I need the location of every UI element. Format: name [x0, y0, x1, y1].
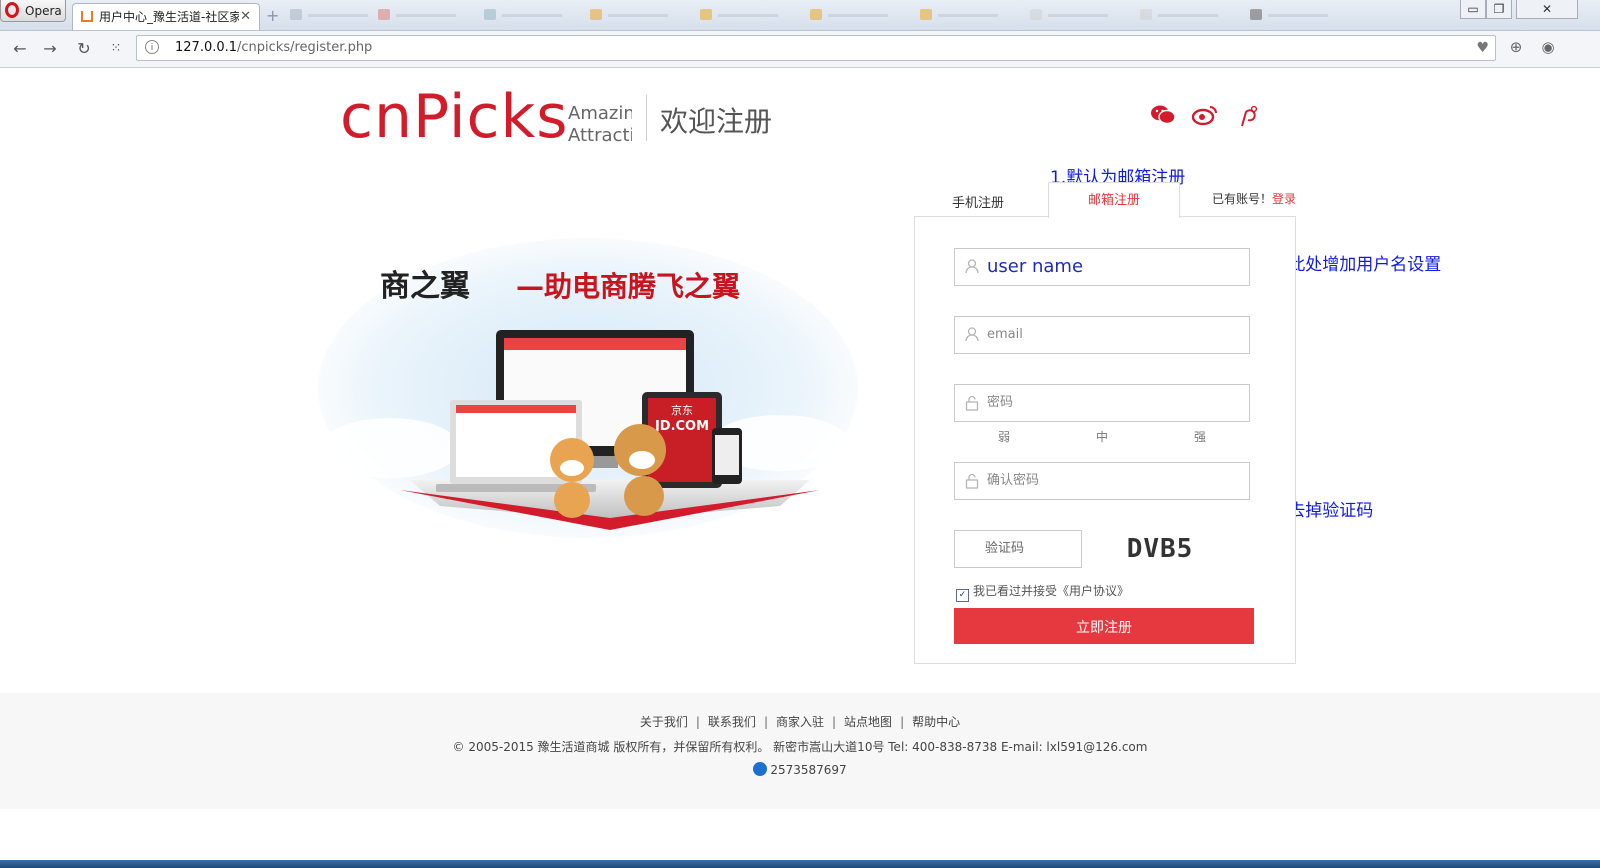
tab-favicon-icon — [590, 9, 602, 20]
tab-title: 用户中心_豫生活道-社区家 — [99, 10, 239, 24]
forward-icon[interactable]: → — [40, 39, 60, 58]
speed-dial-icon[interactable]: ⁙ — [106, 41, 126, 56]
background-tab[interactable] — [1140, 6, 1236, 24]
restore-icon[interactable]: ❐ — [1486, 0, 1512, 19]
tab-phone-register[interactable]: 手机注册 — [952, 192, 1004, 211]
page-title: 欢迎注册 — [660, 105, 773, 138]
account-icon[interactable]: ◉ — [1538, 38, 1558, 58]
address-toolbar: ← → ↻ ⁙ i 127.0.0.1/cnpicks/register.php… — [0, 31, 1600, 68]
address-bar[interactable]: i 127.0.0.1/cnpicks/register.php ♥ — [136, 35, 1496, 61]
promo-banner: JD.COM 京东 商之翼 —助电商腾飞之翼 — [310, 238, 866, 550]
pinterest-icon[interactable] — [1236, 104, 1260, 134]
agree-checkbox[interactable]: ✓ — [956, 589, 969, 602]
qq-icon[interactable] — [753, 762, 768, 776]
site-info-icon[interactable]: i — [145, 40, 159, 54]
have-account-label: 已有账号！ — [1212, 192, 1273, 206]
tab-favicon-icon — [1250, 9, 1262, 20]
annotation-add-username: 2.此处增加用户名设置 — [1272, 255, 1442, 275]
background-tab[interactable] — [1030, 6, 1126, 24]
username-value: user name — [987, 256, 1084, 277]
background-tab[interactable] — [920, 6, 1016, 24]
agreement-row: ✓ 我已看过并接受《用户协议》 — [956, 582, 1129, 602]
background-tab[interactable] — [484, 6, 580, 24]
user-icon — [965, 259, 979, 274]
banner-brand-text: 商之翼 — [380, 269, 470, 304]
jd-logo-text: JD.COM — [654, 419, 709, 434]
background-tab[interactable] — [378, 6, 474, 24]
lock-icon — [965, 395, 979, 411]
download-icon[interactable]: ⊕ — [1506, 38, 1526, 58]
new-tab-icon[interactable]: + — [266, 6, 279, 25]
confirm-password-input[interactable]: 确认密码 — [954, 462, 1250, 500]
tab-favicon-icon — [920, 9, 932, 20]
browser-tab-bar: Opera 用户中心_豫生活道-社区家 ✕ + ⩡ ▭ ❐ ✕ — [0, 0, 1600, 31]
header-divider — [646, 95, 647, 141]
opera-menu-label: Opera — [25, 4, 62, 18]
weibo-icon[interactable] — [1191, 104, 1218, 132]
opera-menu-button[interactable]: Opera — [0, 0, 66, 22]
email-placeholder: email — [987, 327, 1023, 342]
background-tab[interactable] — [1250, 6, 1346, 24]
footer-qq: 2573587697 — [0, 762, 1600, 777]
strength-medium: 中 — [1096, 430, 1109, 444]
tab-favicon-icon — [378, 9, 390, 20]
login-link[interactable]: 登录 — [1272, 192, 1296, 206]
jd-cn-text: 京东 — [671, 403, 693, 417]
tagline-line1: Amazing — [568, 103, 632, 124]
opera-logo-icon — [5, 2, 19, 18]
url-path: /cnpicks/register.php — [237, 40, 373, 55]
url-host: 127.0.0.1 — [175, 40, 238, 55]
back-icon[interactable]: ← — [10, 39, 30, 58]
tab-favicon-icon — [700, 9, 712, 20]
register-submit-button[interactable]: 立即注册 — [954, 608, 1254, 644]
os-taskbar — [0, 860, 1600, 868]
background-tab[interactable] — [590, 6, 686, 24]
tab-favicon-icon — [1140, 9, 1152, 20]
background-tab[interactable] — [810, 6, 906, 24]
cart-favicon-icon — [81, 11, 93, 22]
tab-favicon-icon — [810, 9, 822, 20]
have-account-text: 已有账号！登录 — [1212, 190, 1296, 207]
window-controls: ▭ ❐ ✕ — [1460, 0, 1600, 20]
footer-link-sitemap[interactable]: 站点地图 — [844, 715, 892, 729]
qq-number: 2573587697 — [770, 763, 847, 777]
email-input[interactable]: email — [954, 316, 1250, 354]
agree-text[interactable]: 我已看过并接受《用户协议》 — [973, 584, 1129, 598]
minimize-icon[interactable]: ▭ — [1460, 0, 1486, 19]
logo-tagline: Amazing Attractive — [568, 103, 632, 147]
footer-copyright: © 2005-2015 豫生活道商城 版权所有，并保留所有权利。 新密市嵩山大道… — [452, 740, 1148, 754]
footer-links: 关于我们 | 联系我们 | 商家入驻 | 站点地图 | 帮助中心 — [639, 715, 961, 729]
browser-tab-active[interactable]: 用户中心_豫生活道-社区家 ✕ — [72, 3, 260, 30]
lock-icon — [965, 473, 979, 489]
strength-strong: 强 — [1194, 430, 1207, 444]
close-window-icon[interactable]: ✕ — [1516, 0, 1578, 19]
captcha-input[interactable]: 验证码 — [954, 530, 1082, 568]
confirm-password-placeholder: 确认密码 — [987, 473, 1040, 488]
strength-weak: 弱 — [998, 430, 1011, 444]
background-tab[interactable] — [290, 6, 386, 24]
password-placeholder: 密码 — [987, 395, 1014, 410]
footer-link-contact[interactable]: 联系我们 — [708, 715, 756, 729]
tab-favicon-icon — [290, 9, 302, 20]
banner-slogan-text: —助电商腾飞之翼 — [516, 270, 740, 303]
tab-favicon-icon — [484, 9, 496, 20]
footer-link-help[interactable]: 帮助中心 — [912, 715, 960, 729]
username-input[interactable]: user name — [954, 248, 1250, 286]
tab-favicon-icon — [1030, 9, 1042, 20]
reload-icon[interactable]: ↻ — [74, 39, 94, 58]
tagline-line2: Attractive — [568, 125, 632, 146]
tab-email-register[interactable]: 邮箱注册 — [1048, 182, 1180, 218]
footer-link-about[interactable]: 关于我们 — [640, 715, 688, 729]
bookmark-heart-icon[interactable]: ♥ — [1476, 36, 1489, 60]
background-tab[interactable] — [700, 6, 796, 24]
wechat-icon[interactable] — [1150, 104, 1176, 132]
captcha-image[interactable]: DVB5 — [1096, 530, 1224, 568]
password-input[interactable]: 密码 — [954, 384, 1250, 422]
close-tab-icon[interactable]: ✕ — [240, 4, 251, 30]
footer-link-merchant[interactable]: 商家入驻 — [776, 715, 824, 729]
user-icon — [965, 327, 979, 342]
site-logo[interactable]: cnPicks — [340, 82, 569, 152]
